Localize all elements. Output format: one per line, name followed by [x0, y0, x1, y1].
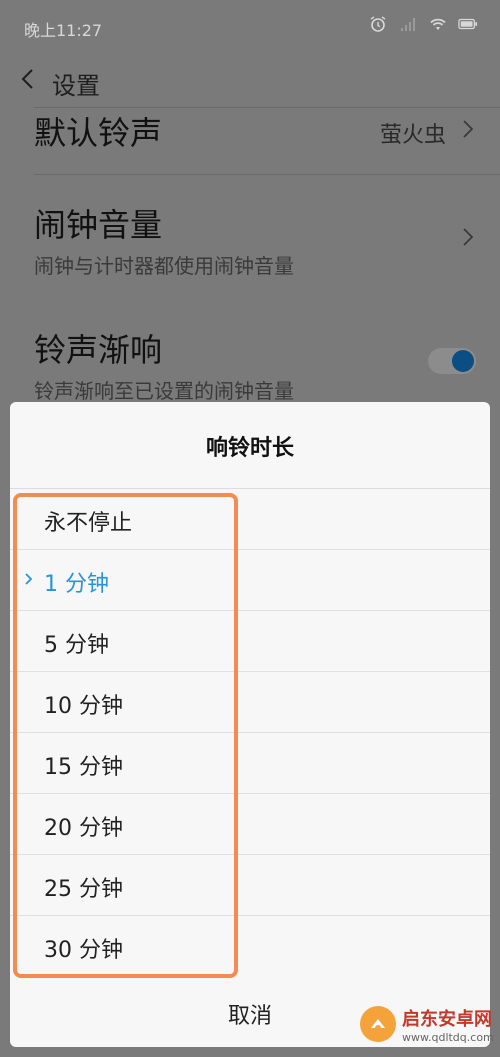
default-ringtone-value: 萤火虫 — [379, 123, 446, 148]
wifi-icon — [428, 14, 448, 34]
alarm-volume-row[interactable]: 闹钟音量 闹钟与计时器都使用闹钟音量 — [34, 200, 476, 290]
status-icons — [368, 14, 478, 34]
alarm-icon — [368, 14, 388, 34]
chevron-right-icon — [462, 118, 474, 144]
ring-duration-dialog: 响铃时长 永不停止 1 分钟 5 分钟 10 分钟 15 分钟 20 分钟 25… — [10, 402, 490, 1047]
divider — [34, 174, 500, 175]
watermark-main-text: 启东安卓网 — [402, 1008, 492, 1030]
settings-header: 设置 — [0, 58, 500, 108]
chevron-right-icon — [462, 226, 474, 252]
ring-fade-in-label: 铃声渐响 — [34, 331, 163, 369]
ring-fade-in-subtitle: 铃声渐响至已设置的闹钟音量 — [34, 379, 294, 403]
page-title: 设置 — [52, 72, 100, 100]
dialog-title: 响铃时长 — [205, 436, 294, 461]
alarm-volume-label: 闹钟音量 — [34, 206, 163, 244]
watermark-logo-icon — [360, 1006, 396, 1042]
watermark-sub-text: www.qdltdq.com — [402, 1030, 494, 1044]
watermark-text: 启东安卓网 www.qdltdq.com — [402, 1005, 494, 1044]
status-time: 晚上11:27 — [24, 21, 103, 40]
watermark: 启东安卓网 www.qdltdq.com — [360, 994, 500, 1054]
ring-fade-in-toggle[interactable] — [428, 348, 476, 374]
battery-icon — [458, 14, 478, 34]
status-bar: 晚上11:27 — [0, 0, 500, 56]
signal-icon — [398, 14, 418, 34]
ring-fade-in-row: 铃声渐响 铃声渐响至已设置的闹钟音量 — [34, 325, 476, 405]
chevron-left-icon[interactable] — [18, 64, 38, 98]
alarm-volume-subtitle: 闹钟与计时器都使用闹钟音量 — [34, 254, 294, 278]
highlight-box — [13, 493, 238, 978]
toggle-knob — [452, 350, 474, 372]
